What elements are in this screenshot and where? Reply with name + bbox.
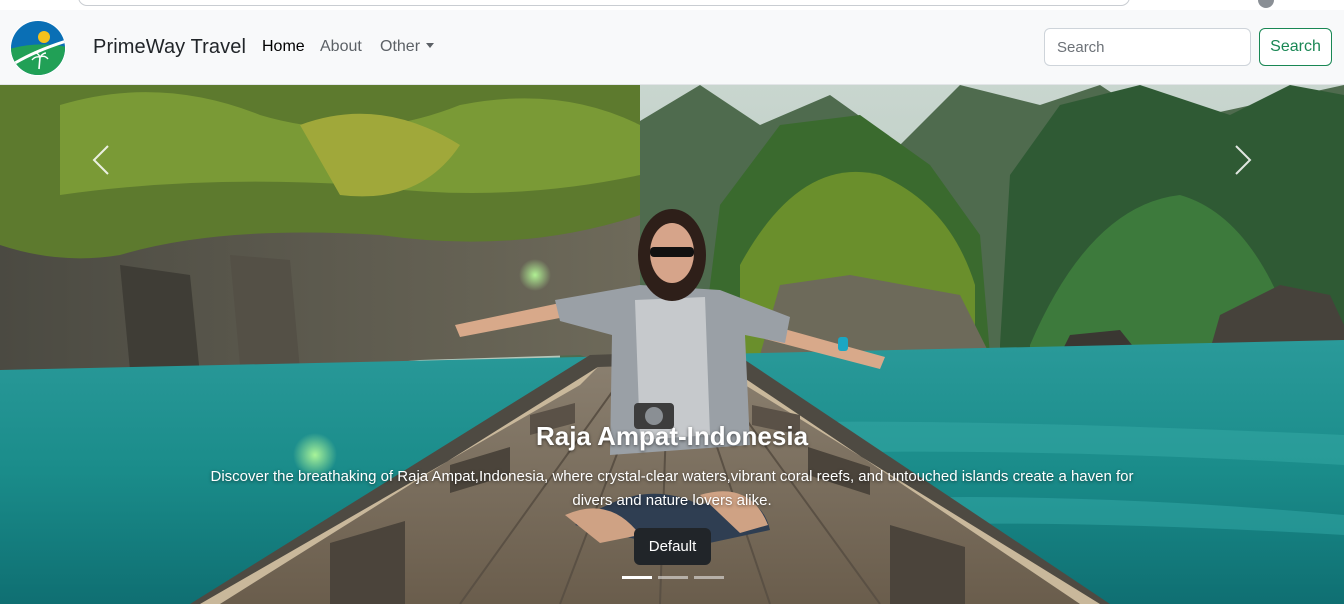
nav-about[interactable]: About [320, 38, 362, 56]
browser-top-strip [0, 0, 1344, 10]
browser-address-bar[interactable] [78, 0, 1130, 6]
default-button[interactable]: Default [634, 528, 711, 565]
search-input[interactable] [1044, 28, 1251, 66]
chevron-left-icon [92, 145, 109, 175]
browser-profile-icon[interactable] [1258, 0, 1274, 8]
nav-other-label: Other [380, 38, 421, 55]
search-button[interactable]: Search [1259, 28, 1332, 66]
carousel-prev-button[interactable] [82, 140, 122, 180]
chevron-right-icon [1235, 145, 1252, 175]
carousel-indicator-1[interactable] [622, 576, 652, 579]
carousel-indicator-3[interactable] [694, 576, 724, 579]
carousel-next-button[interactable] [1222, 140, 1262, 180]
brand-name[interactable]: PrimeWay Travel [93, 36, 246, 59]
carousel-slide-image [0, 85, 1344, 604]
travel-globe-logo[interactable] [9, 19, 67, 77]
slide-title: Raja Ampat-Indonesia [535, 421, 809, 451]
navbar: PrimeWay Travel Home About Other Search [0, 10, 1344, 85]
hero-carousel: Raja Ampat-Indonesia Discover the breath… [0, 85, 1344, 604]
slide-description: Discover the breathaking of Raja Ampat,I… [210, 468, 1134, 509]
nav-other-dropdown[interactable]: Other [380, 38, 435, 56]
nav-home[interactable]: Home [262, 38, 305, 56]
carousel-indicators [622, 576, 724, 579]
caret-down-icon [426, 43, 435, 48]
carousel-indicator-2[interactable] [658, 576, 688, 579]
